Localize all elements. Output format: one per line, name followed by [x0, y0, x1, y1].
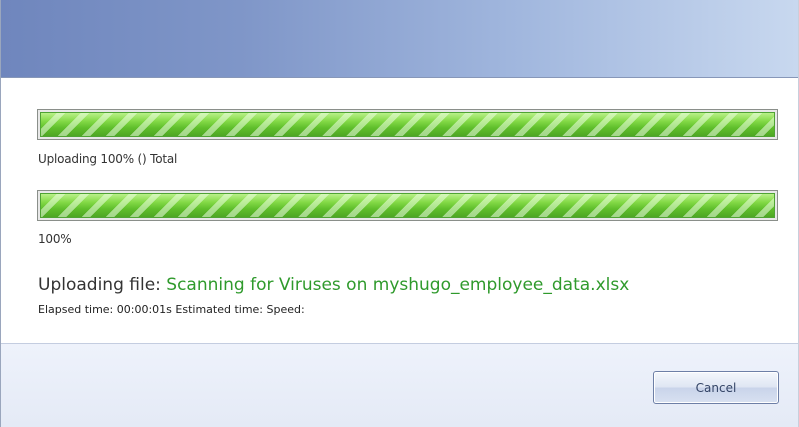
file-progress-bar [37, 190, 778, 221]
uploading-file-prefix: Uploading file: [38, 275, 167, 295]
overall-progress-bar [37, 109, 778, 140]
overall-progress-fill [40, 112, 775, 137]
upload-dialog: Uploading 100% () Total 100% Uploading f… [0, 0, 799, 427]
overall-progress-label: Uploading 100% () Total [38, 152, 178, 166]
cancel-button[interactable]: Cancel [653, 371, 779, 404]
file-progress-label: 100% [38, 232, 72, 246]
dialog-footer: Cancel [1, 343, 798, 427]
dialog-content: Uploading 100% () Total 100% Uploading f… [1, 78, 798, 343]
uploading-file-line: Uploading file: Scanning for Viruses on … [38, 275, 629, 295]
uploading-file-status: Scanning for Viruses on myshugo_employee… [166, 275, 630, 295]
elapsed-time-info: Elapsed time: 00:00:01s Estimated time: … [38, 303, 305, 316]
file-progress-fill [40, 193, 775, 218]
title-bar [1, 0, 798, 78]
